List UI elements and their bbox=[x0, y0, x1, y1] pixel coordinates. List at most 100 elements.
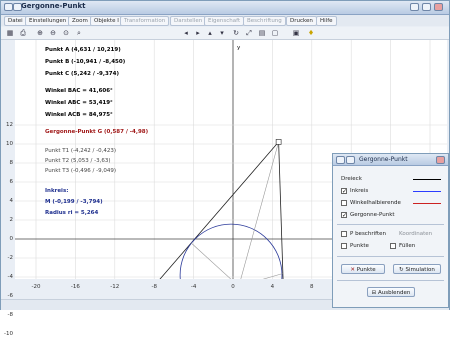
divider bbox=[337, 280, 444, 281]
zoom-fit-icon[interactable]: ⊙ bbox=[61, 28, 71, 38]
angle-abc-text: Winkel ABC = 53,419° bbox=[45, 100, 113, 106]
point-b-text: Punkt B (-10,941 / -8,450) bbox=[45, 59, 126, 65]
x-tick-label: -8 bbox=[151, 284, 157, 290]
incircle-radius-text: Radius ri = 5,264 bbox=[45, 210, 98, 216]
ausblenden-button-label: Ausblenden bbox=[377, 290, 411, 296]
grid-icon[interactable]: ▤ bbox=[257, 28, 267, 38]
cevian-c-t3 bbox=[191, 242, 232, 279]
p-beschriften-checkbox[interactable] bbox=[341, 231, 347, 237]
arrow-down-icon[interactable]: ▾ bbox=[217, 28, 227, 38]
y-tick-label: 2 bbox=[9, 217, 14, 223]
punkte-button[interactable]: ✕ Punkte bbox=[341, 264, 385, 274]
y-tick-label: 6 bbox=[9, 179, 14, 185]
lightbulb-icon[interactable]: ♦ bbox=[306, 28, 316, 38]
divider bbox=[337, 224, 444, 225]
menu-beschriftung[interactable]: Beschriftung bbox=[243, 16, 286, 26]
close-icon[interactable] bbox=[434, 3, 443, 11]
main-window: Gergonne-Punkt Datei Einstellungen Zoom … bbox=[0, 0, 450, 337]
point-a-text: Punkt A (4,631 / 10,219) bbox=[45, 47, 121, 53]
triangle-abc bbox=[159, 140, 284, 279]
frame-icon[interactable]: ▢ bbox=[270, 28, 280, 38]
y-tick-label: 10 bbox=[6, 141, 13, 147]
y-tick-label: 0 bbox=[9, 236, 14, 242]
label-gergonne-punkt: Gergonne-Punkt bbox=[350, 212, 395, 218]
zoom-out-icon[interactable]: ⊖ bbox=[48, 28, 58, 38]
panel-close-icon[interactable] bbox=[436, 156, 445, 164]
menu-drucken[interactable]: Drucken bbox=[286, 16, 317, 26]
y-tick-label: 8 bbox=[9, 160, 14, 166]
label-winkelhalbierende: Winkelhalbierende bbox=[350, 200, 401, 206]
arrow-right-icon[interactable]: ▸ bbox=[193, 28, 203, 38]
minimize-icon[interactable] bbox=[410, 3, 419, 11]
cevian-b-t1 bbox=[262, 273, 283, 279]
label-koordinaten: Koordinaten bbox=[399, 231, 433, 237]
panel-title: Gergonne-Punkt bbox=[359, 156, 408, 163]
panel-pin-icon[interactable] bbox=[346, 156, 355, 164]
simulation-button[interactable]: ↻ Simulation bbox=[393, 264, 441, 274]
window-title: Gergonne-Punkt bbox=[21, 2, 86, 10]
y-tick-label: -10 bbox=[4, 331, 13, 337]
menu-hilfe[interactable]: Hilfe bbox=[316, 16, 337, 26]
menu-eigenschaft[interactable]: Eigenschaft bbox=[204, 16, 245, 26]
label-p-beschriften: P beschriften bbox=[350, 231, 386, 237]
menu-datei[interactable]: Datei bbox=[4, 16, 27, 26]
maximize-icon[interactable] bbox=[422, 3, 431, 11]
menu-bar: Datei Einstellungen Zoom Objekte I Trans… bbox=[1, 15, 449, 26]
lock-icon[interactable]: ▣ bbox=[291, 28, 301, 38]
zoom-icon[interactable]: ⌕ bbox=[74, 28, 84, 38]
y-tick-label: 12 bbox=[6, 122, 13, 128]
menu-zoom[interactable]: Zoom bbox=[68, 16, 92, 26]
incircle bbox=[179, 223, 283, 279]
label-dreieck: Dreieck bbox=[341, 176, 362, 182]
cevian-a-t2 bbox=[240, 141, 279, 279]
x-tick-label: -20 bbox=[32, 284, 41, 290]
point-t1-text: Punkt T1 (-4,242 / -0,423) bbox=[45, 148, 116, 154]
simulation-button-label: Simulation bbox=[405, 267, 435, 273]
inkreis-checkbox[interactable]: ✓ bbox=[341, 188, 347, 195]
fuellen-checkbox[interactable] bbox=[390, 243, 396, 249]
punkte-button-label: Punkte bbox=[356, 267, 376, 273]
point-t3-text: Punkt T3 (-0,496 / -9,049) bbox=[45, 168, 116, 174]
menu-darstellen[interactable]: Darstellen bbox=[170, 16, 207, 26]
label-punkte: Punkte bbox=[350, 243, 369, 249]
incircle-title: Inkreis: bbox=[45, 188, 68, 194]
winkelhalbierende-checkbox[interactable] bbox=[341, 200, 347, 206]
panel-menu-icon[interactable] bbox=[336, 156, 345, 164]
label-fuellen: Füllen bbox=[399, 243, 416, 249]
gergonne-checkbox[interactable]: ✓ bbox=[341, 212, 347, 219]
title-bar: Gergonne-Punkt bbox=[1, 1, 449, 15]
x-tick-label: 4 bbox=[271, 284, 275, 290]
y-tick-label: 4 bbox=[9, 198, 14, 204]
y-tick-label: -4 bbox=[7, 274, 13, 280]
refresh-icon[interactable]: ↻ bbox=[231, 28, 241, 38]
menu-objekte[interactable]: Objekte I bbox=[90, 16, 123, 26]
winkelhalbierende-line-color[interactable] bbox=[413, 203, 441, 204]
ausblenden-button[interactable]: ⊟ Ausblenden bbox=[367, 287, 415, 297]
toolbar: ▦ ⎙ ⊕ ⊖ ⊙ ⌕ ◂ ▸ ▴ ▾ ↻ ⤢ ▤ ▢ ▣ ♦ bbox=[1, 27, 449, 40]
incircle-center-text: M (-0,199 / -3,794) bbox=[45, 199, 103, 205]
x-tick-label: -4 bbox=[191, 284, 197, 290]
x-tick-label: -16 bbox=[71, 284, 80, 290]
angle-bac-text: Winkel BAC = 41,606° bbox=[45, 88, 113, 94]
point-c-text: Punkt C (5,242 / -9,374) bbox=[45, 71, 119, 77]
dreieck-line-color[interactable] bbox=[413, 179, 441, 180]
zoom-in-icon[interactable]: ⊕ bbox=[35, 28, 45, 38]
x-tick-label: 0 bbox=[231, 284, 235, 290]
y-tick-label: -8 bbox=[7, 312, 13, 318]
menu-einstellungen[interactable]: Einstellungen bbox=[25, 16, 71, 26]
divider bbox=[337, 256, 444, 257]
menu-transformation[interactable]: Transformation bbox=[120, 16, 170, 26]
arrow-left-icon[interactable]: ◂ bbox=[181, 28, 191, 38]
print-icon[interactable]: ⎙ bbox=[18, 28, 28, 38]
point-a-marker[interactable] bbox=[275, 139, 282, 145]
y-axis-label: y bbox=[237, 45, 241, 51]
table-icon[interactable]: ▦ bbox=[5, 28, 15, 38]
window-menu-icon[interactable] bbox=[4, 3, 13, 11]
y-tick-label: -6 bbox=[7, 293, 13, 299]
panel-title-bar: Gergonne-Punkt bbox=[333, 154, 448, 166]
punkte-checkbox[interactable] bbox=[341, 243, 347, 249]
point-t2-text: Punkt T2 (5,053 / -3,63) bbox=[45, 158, 111, 164]
fit-icon[interactable]: ⤢ bbox=[244, 28, 254, 38]
arrow-up-icon[interactable]: ▴ bbox=[205, 28, 215, 38]
inkreis-line-color[interactable] bbox=[413, 191, 441, 192]
